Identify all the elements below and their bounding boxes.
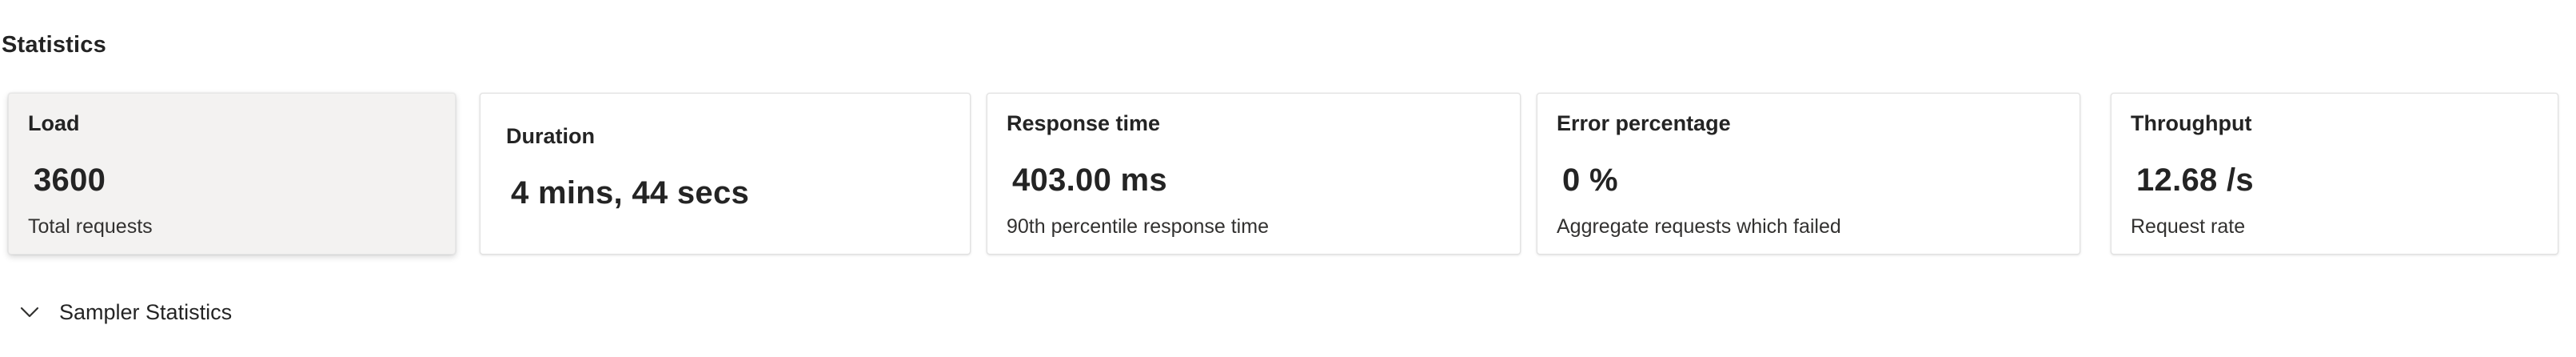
throughput-card-value: 12.68 /s (2136, 162, 2254, 198)
load-card-value: 3600 (34, 162, 106, 198)
load-card-title: Load (28, 111, 80, 135)
duration-card-title: Duration (506, 124, 595, 148)
response-time-card-subtitle: 90th percentile response time (1007, 215, 1269, 238)
duration-card[interactable]: Duration 4 mins, 44 secs (480, 93, 971, 255)
throughput-card-title: Throughput (2131, 111, 2252, 135)
error-percentage-card-value: 0 % (1562, 162, 1618, 198)
response-time-card[interactable]: Response time 403.00 ms 90th percentile … (987, 93, 1521, 255)
error-percentage-card[interactable]: Error percentage 0 % Aggregate requests … (1537, 93, 2080, 255)
response-time-card-value: 403.00 ms (1012, 162, 1167, 198)
throughput-card[interactable]: Throughput 12.68 /s Request rate (2111, 93, 2558, 255)
throughput-card-subtitle: Request rate (2131, 215, 2246, 238)
load-card[interactable]: Load 3600 Total requests (8, 93, 456, 255)
sampler-statistics-toggle[interactable]: Sampler Statistics (18, 296, 232, 328)
load-card-subtitle: Total requests (28, 215, 153, 238)
error-percentage-card-subtitle: Aggregate requests which failed (1557, 215, 1841, 238)
response-time-card-title: Response time (1007, 111, 1161, 135)
statistics-cards: Load 3600 Total requests Duration 4 mins… (8, 93, 2568, 255)
error-percentage-card-title: Error percentage (1557, 111, 1731, 135)
section-title: Statistics (2, 32, 106, 58)
chevron-down-icon[interactable] (18, 300, 42, 324)
sampler-statistics-label: Sampler Statistics (59, 299, 233, 324)
statistics-page: Statistics Load 3600 Total requests Dura… (0, 0, 2576, 357)
duration-card-value: 4 mins, 44 secs (511, 175, 750, 211)
